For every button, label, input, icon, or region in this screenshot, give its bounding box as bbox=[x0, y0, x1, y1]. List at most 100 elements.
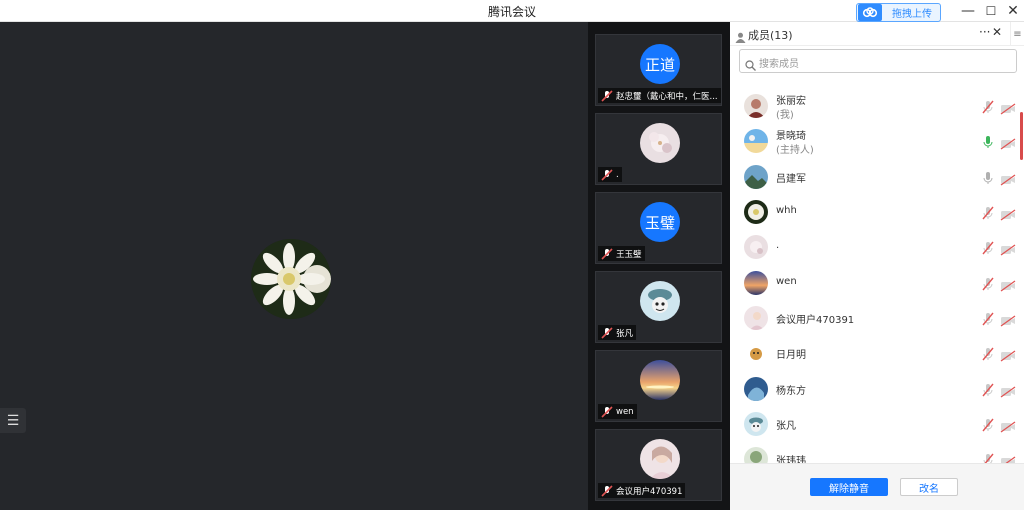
thumbnail-tile[interactable]: 张凡 bbox=[595, 271, 722, 343]
avatar bbox=[640, 123, 680, 163]
camera-off-icon[interactable] bbox=[1000, 100, 1016, 115]
mic-muted-icon bbox=[601, 484, 613, 497]
camera-off-icon[interactable] bbox=[1000, 241, 1016, 256]
member-row[interactable]: 吕建军 bbox=[730, 159, 1020, 194]
mic-muted-icon bbox=[601, 89, 613, 102]
mic-muted-icon[interactable] bbox=[981, 99, 995, 114]
member-name: . bbox=[776, 240, 780, 251]
thumbnail-name: . bbox=[616, 169, 619, 180]
thumbnail-name-tag: 张凡 bbox=[598, 325, 637, 340]
scrollbar[interactable] bbox=[1020, 112, 1023, 160]
avatar bbox=[744, 94, 768, 118]
thumbnail-name: 张凡 bbox=[616, 328, 634, 339]
avatar bbox=[744, 129, 768, 153]
thumbnail-tile[interactable]: . bbox=[595, 113, 722, 185]
menu-icon[interactable]: ≡ bbox=[1010, 22, 1024, 46]
avatar bbox=[640, 360, 680, 400]
camera-off-icon[interactable] bbox=[1000, 206, 1016, 221]
avatar: 玉璧 bbox=[640, 202, 680, 242]
rename-button[interactable]: 改名 bbox=[900, 478, 958, 496]
mic-muted-icon bbox=[601, 405, 613, 418]
thumbnail-name: 赵忠璽（戴心和中，仁医... bbox=[616, 91, 718, 102]
member-name: 杨东方 bbox=[776, 386, 806, 397]
camera-off-icon[interactable] bbox=[1000, 171, 1016, 186]
thumbnail-name: 王玉璧 bbox=[616, 249, 642, 260]
member-row[interactable]: 会议用户470391 bbox=[730, 300, 1020, 335]
maximize-button[interactable]: ☐ bbox=[981, 2, 1001, 20]
close-button[interactable]: ✕ bbox=[1003, 2, 1023, 20]
member-name: whh bbox=[776, 205, 797, 216]
list-icon[interactable]: ☰ bbox=[0, 408, 26, 433]
members-footer: 解除静音 改名 bbox=[730, 463, 1024, 510]
more-options-icon[interactable]: ··· bbox=[979, 25, 990, 39]
member-row[interactable]: 日月明 bbox=[730, 335, 1020, 370]
mic-muted-icon bbox=[601, 247, 613, 260]
member-row[interactable]: . bbox=[730, 229, 1020, 264]
main-video-area[interactable]: ☰ whh bbox=[0, 22, 588, 510]
thumbnail-name-tag: wen bbox=[598, 404, 637, 419]
close-panel-icon[interactable]: ✕ bbox=[992, 25, 1002, 39]
thumbnail-name: wen bbox=[616, 406, 634, 417]
member-row[interactable]: 张丽宏 (我) bbox=[730, 88, 1020, 123]
camera-off-icon[interactable] bbox=[1000, 277, 1016, 292]
avatar bbox=[744, 235, 768, 259]
avatar bbox=[744, 306, 768, 330]
member-row[interactable]: wen bbox=[730, 265, 1020, 300]
member-role: (我) bbox=[776, 110, 794, 121]
mic-muted-icon[interactable] bbox=[981, 417, 995, 432]
thumbnail-name-tag: 会议用户470391 bbox=[598, 483, 686, 498]
mic-muted-icon[interactable] bbox=[981, 240, 995, 255]
mic-muted-icon[interactable] bbox=[981, 205, 995, 220]
avatar bbox=[744, 377, 768, 401]
thumbnail-tile[interactable]: 会议用户470391 bbox=[595, 429, 722, 501]
participant-thumbnails: 正道 赵忠璽（戴心和中，仁医... . 玉璧 王玉璧 张凡 wen 会议用户47… bbox=[588, 22, 730, 510]
meeting-window: 腾讯会议 拖拽上传 — ☐ ✕ ☰ 正道 赵忠璽（戴心和中，仁医... . 玉璧… bbox=[0, 0, 1024, 510]
avatar bbox=[744, 200, 768, 224]
thumbnail-tile[interactable]: 玉璧 王玉璧 bbox=[595, 192, 722, 264]
member-row[interactable]: whh bbox=[730, 194, 1020, 229]
camera-off-icon[interactable] bbox=[1000, 418, 1016, 433]
camera-off-icon[interactable] bbox=[1000, 312, 1016, 327]
speaker-avatar bbox=[251, 239, 331, 319]
search-input[interactable]: 搜索成员 bbox=[739, 49, 1017, 73]
member-name: 景晓琦 bbox=[776, 131, 806, 142]
minimize-button[interactable]: — bbox=[958, 2, 978, 20]
mic-icon[interactable] bbox=[981, 170, 995, 184]
camera-off-icon[interactable] bbox=[1000, 383, 1016, 398]
member-name: 日月明 bbox=[776, 350, 806, 361]
title-bar: 腾讯会议 拖拽上传 — ☐ ✕ bbox=[0, 0, 1024, 22]
mic-muted-icon[interactable] bbox=[981, 276, 995, 291]
mic-muted-icon[interactable] bbox=[981, 346, 995, 361]
drag-upload-button[interactable]: 拖拽上传 bbox=[856, 3, 941, 22]
avatar bbox=[640, 281, 680, 321]
member-row[interactable]: 张凡 bbox=[730, 406, 1020, 441]
mic-muted-icon bbox=[601, 168, 613, 181]
thumbnail-name-tag: . bbox=[598, 167, 622, 182]
member-row[interactable]: 景晓琦 (主持人) bbox=[730, 123, 1020, 158]
member-name: 张丽宏 bbox=[776, 96, 806, 107]
members-title: 成员(13) bbox=[748, 29, 793, 42]
mic-muted-icon[interactable] bbox=[981, 311, 995, 326]
avatar bbox=[744, 341, 768, 365]
avatar bbox=[744, 412, 768, 436]
search-icon bbox=[745, 56, 756, 75]
thumbnail-tile[interactable]: wen bbox=[595, 350, 722, 422]
avatar: 正道 bbox=[640, 44, 680, 84]
mic-muted-icon[interactable] bbox=[981, 382, 995, 397]
member-name: 吕建军 bbox=[776, 174, 806, 185]
search-placeholder: 搜索成员 bbox=[759, 59, 799, 70]
member-name: 会议用户470391 bbox=[776, 315, 855, 326]
mic-icon[interactable] bbox=[981, 134, 995, 148]
cloud-icon bbox=[858, 4, 882, 21]
member-role: (主持人) bbox=[776, 145, 814, 156]
member-name: wen bbox=[776, 276, 797, 287]
member-row[interactable]: 杨东方 bbox=[730, 371, 1020, 406]
camera-off-icon[interactable] bbox=[1000, 135, 1016, 150]
camera-off-icon[interactable] bbox=[1000, 347, 1016, 362]
unmute-all-button[interactable]: 解除静音 bbox=[810, 478, 888, 496]
thumbnail-name-tag: 王玉璧 bbox=[598, 246, 645, 261]
mic-muted-icon bbox=[601, 326, 613, 339]
thumbnail-tile[interactable]: 正道 赵忠璽（戴心和中，仁医... bbox=[595, 34, 722, 106]
avatar bbox=[744, 271, 768, 295]
members-panel: 成员(13) ··· ✕ ≡ 搜索成员 张丽宏 (我) 景晓琦 (主持人) 吕建军 whh… bbox=[730, 22, 1024, 510]
